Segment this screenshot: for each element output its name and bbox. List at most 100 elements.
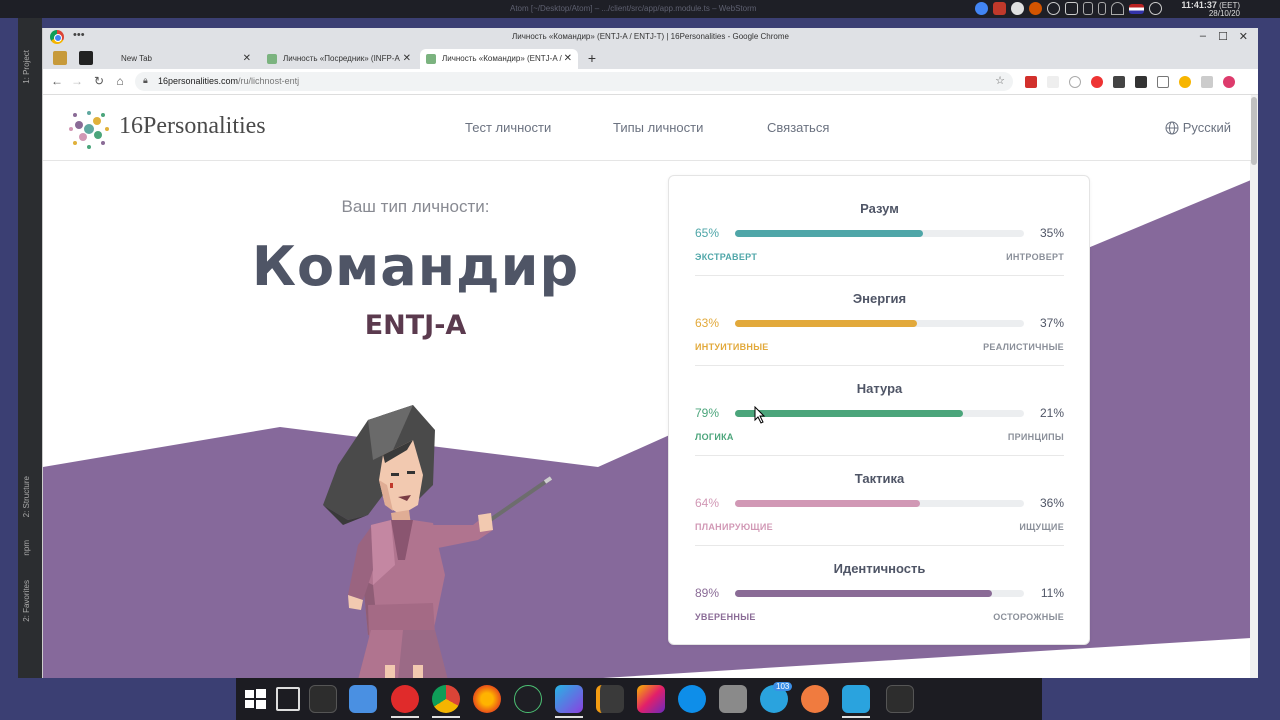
- nav-personality-test[interactable]: Тест личности: [465, 120, 551, 135]
- npm-tool-tab[interactable]: npm: [22, 540, 31, 556]
- tab-label: Личность «Командир» (ENTJ-A /: [442, 54, 562, 63]
- back-arrow-icon[interactable]: ←: [49, 74, 65, 88]
- trait-name: Натура: [856, 381, 903, 396]
- webstorm-icon[interactable]: [555, 685, 583, 718]
- bookmark-star-icon[interactable]: ☆: [995, 74, 1005, 87]
- nav-contact[interactable]: Связаться: [767, 120, 829, 135]
- browser-window: ••• Личность «Командир» (ENTJ-A / ENTJ-T…: [42, 28, 1258, 678]
- terminal-icon[interactable]: [309, 685, 337, 713]
- bluetooth-icon[interactable]: [1098, 2, 1106, 15]
- color-extension-icon[interactable]: [1179, 76, 1191, 88]
- rocket-icon[interactable]: [514, 685, 542, 713]
- gem-tray-icon[interactable]: [993, 2, 1006, 15]
- extension-icon[interactable]: [1047, 76, 1059, 88]
- windows-menu-icon[interactable]: [241, 685, 269, 713]
- file-manager-icon[interactable]: [349, 685, 377, 713]
- trait-name: Энергия: [852, 291, 907, 306]
- trait-bar-fill: [735, 410, 964, 417]
- trait-bar-fill: [735, 230, 923, 237]
- chrome-tray-icon[interactable]: [975, 2, 988, 15]
- pinned-tab-2[interactable]: [79, 51, 93, 65]
- trait-left-label: ПЛАНИРУЮЩИЕ: [695, 522, 773, 532]
- trait-identity: Идентичность 89% 11% УВЕРЕННЫЕ ОСТОРОЖНЫ…: [695, 536, 1064, 626]
- close-window-icon[interactable]: ✕: [1239, 30, 1248, 43]
- close-tab-icon[interactable]: ✕: [403, 53, 411, 64]
- 16personalities-logo-icon[interactable]: [65, 105, 113, 153]
- tab-new-tab[interactable]: New Tab ✕: [99, 49, 257, 69]
- trait-right-label: РЕАЛИСТИЧНЫЕ: [983, 342, 1064, 352]
- flag-icon[interactable]: [1129, 4, 1144, 14]
- trait-bar-track: [735, 320, 1024, 327]
- trait-left-percent: 89%: [695, 586, 720, 600]
- forward-arrow-icon[interactable]: →: [69, 74, 85, 88]
- gear-tray-icon[interactable]: [1047, 2, 1060, 15]
- favorites-tool-tab[interactable]: 2: Favorites: [22, 580, 31, 622]
- project-tool-tab[interactable]: 1: Project: [22, 50, 31, 84]
- reload-icon[interactable]: ↻: [91, 74, 107, 88]
- console-icon[interactable]: [886, 685, 914, 713]
- power-icon[interactable]: [1149, 2, 1162, 15]
- camera-tray-icon[interactable]: [1011, 2, 1024, 15]
- pinned-tab-1[interactable]: [53, 51, 67, 65]
- puzzle-extensions-icon[interactable]: [1201, 76, 1213, 88]
- page-scrollbar[interactable]: [1250, 95, 1258, 678]
- type-code: ENTJ-A: [364, 310, 467, 341]
- minimize-icon[interactable]: –: [1200, 30, 1206, 42]
- adblock-icon[interactable]: [1025, 76, 1037, 88]
- volume-icon[interactable]: [1083, 2, 1093, 15]
- close-tab-icon[interactable]: ✕: [564, 53, 572, 64]
- firefox-icon[interactable]: [473, 685, 501, 713]
- clock[interactable]: 11:41:37 (EET) 28/10/20: [1181, 1, 1240, 18]
- tab-infp[interactable]: Личность «Посредник» (INFP-A ✕: [261, 49, 417, 69]
- vpn-tray-icon[interactable]: [1029, 2, 1042, 15]
- language-label: Русский: [1182, 120, 1231, 135]
- cube-extension-icon[interactable]: [1135, 76, 1147, 88]
- trait-right-label: ПРИНЦИПЫ: [1007, 432, 1064, 442]
- traits-card: Разум 65% 35% ЭКСТРАВЕРТ ИНТРОВЕРТ Энерг…: [668, 175, 1090, 645]
- tab-label: New Tab: [121, 54, 152, 63]
- trait-left-percent: 64%: [695, 496, 720, 510]
- trait-left-percent: 63%: [695, 316, 720, 330]
- site-header: 16Personalities Тест личности Типы лично…: [43, 95, 1251, 161]
- chrome-icon[interactable]: [432, 685, 460, 718]
- window-title: Личность «Командир» (ENTJ-A / ENTJ-T) | …: [512, 32, 789, 41]
- sublime-text-icon[interactable]: [596, 685, 624, 713]
- jetbrains-toolbox-icon[interactable]: [637, 685, 665, 713]
- lock-icon[interactable]: 🔒︎: [143, 75, 148, 86]
- teamviewer-icon[interactable]: [678, 685, 706, 713]
- trait-left-label: ЛОГИКА: [695, 432, 734, 442]
- mouse-pointer-icon: [754, 406, 766, 424]
- square-extension-icon[interactable]: [1157, 76, 1169, 88]
- window-switcher-icon[interactable]: [276, 687, 300, 711]
- telegram-unread-badge: 103: [773, 682, 793, 691]
- chrome-menu-icon[interactable]: [1241, 76, 1245, 88]
- trait-left-label: ИНТУИТИВНЫЕ: [695, 342, 769, 352]
- trait-name: Разум: [860, 201, 899, 216]
- trait-left-label: УВЕРЕННЫЕ: [695, 612, 756, 622]
- address-bar[interactable]: 🔒︎ 16personalities.com/ru/lichnost-entj …: [135, 72, 1013, 91]
- url-text: 16personalities.com/ru/lichnost-entj: [158, 76, 299, 86]
- language-selector[interactable]: Русский: [1165, 120, 1231, 135]
- nav-personality-types[interactable]: Типы личности: [613, 120, 703, 135]
- telegram-icon[interactable]: [842, 685, 870, 718]
- structure-tool-tab[interactable]: 2: Structure: [22, 476, 31, 517]
- clipboard-tray-icon[interactable]: [1065, 2, 1078, 15]
- settings-icon[interactable]: [719, 685, 747, 713]
- opera-icon[interactable]: [391, 685, 419, 718]
- new-tab-button[interactable]: +: [583, 50, 601, 68]
- home-icon[interactable]: ⌂: [112, 74, 128, 88]
- trait-mind: Разум 65% 35% ЭКСТРАВЕРТ ИНТРОВЕРТ: [695, 176, 1064, 276]
- wifi-icon[interactable]: [1111, 2, 1124, 15]
- tab-entj[interactable]: Личность «Командир» (ENTJ-A / ✕: [420, 49, 578, 69]
- paw-icon[interactable]: [801, 685, 829, 713]
- trait-right-percent: 21%: [1039, 406, 1064, 420]
- maximize-icon[interactable]: ☐: [1218, 30, 1228, 43]
- grid-extension-icon[interactable]: [1113, 76, 1125, 88]
- close-tab-icon[interactable]: ✕: [243, 53, 251, 64]
- profile-avatar[interactable]: [1223, 76, 1235, 88]
- scrollbar-thumb[interactable]: [1251, 97, 1257, 165]
- globe-icon: [1165, 121, 1179, 135]
- opera-extension-icon[interactable]: [1091, 76, 1103, 88]
- site-logo-text[interactable]: 16Personalities: [119, 113, 266, 140]
- globe-extension-icon[interactable]: [1069, 76, 1081, 88]
